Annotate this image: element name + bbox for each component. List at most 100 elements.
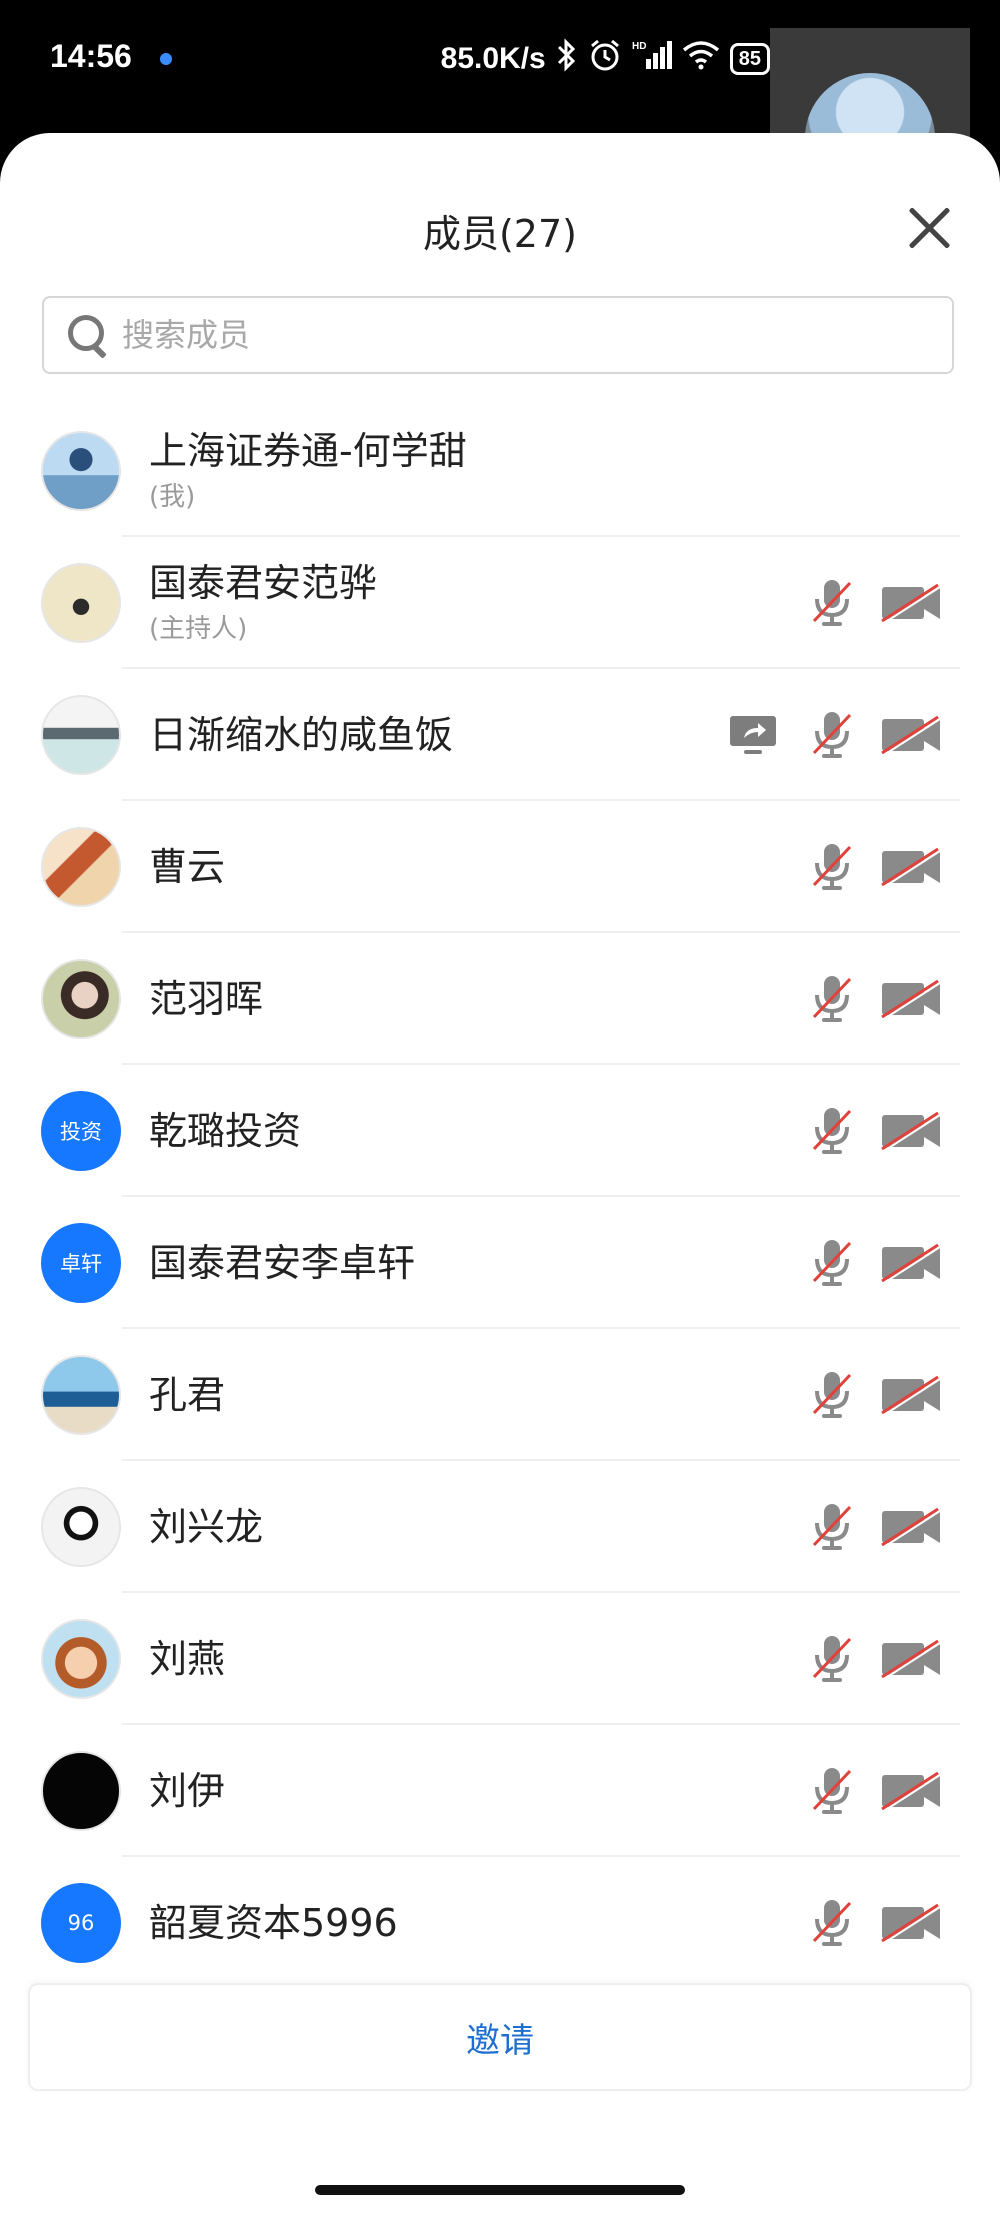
camera-off-icon	[880, 1771, 942, 1811]
member-status-icons	[812, 973, 942, 1025]
member-info: 日渐缩水的咸鱼饭	[149, 711, 728, 759]
mic-muted-icon	[812, 841, 852, 893]
member-row[interactable]: 日渐缩水的咸鱼饭	[0, 669, 1000, 801]
mic-muted-icon	[812, 577, 852, 629]
member-status-icons	[812, 1897, 942, 1949]
screen-share-icon	[728, 714, 778, 756]
member-row[interactable]: 上海证券通-何学甜 (我)	[0, 405, 1000, 537]
member-status-icons	[812, 1237, 942, 1289]
mic-muted-icon	[812, 709, 852, 761]
battery-level: 85	[738, 48, 761, 70]
avatar: 96	[41, 1883, 121, 1963]
mic-muted-icon	[812, 1501, 852, 1553]
avatar	[41, 695, 121, 775]
avatar	[41, 431, 121, 511]
member-status-icons	[728, 709, 942, 761]
mic-muted-icon	[812, 1633, 852, 1685]
status-right: 85.0K/s HD 85	[440, 38, 776, 80]
member-name: 范羽晖	[149, 977, 264, 1021]
member-status-icons	[812, 841, 942, 893]
avatar: 卓轩	[41, 1223, 121, 1303]
avatar	[41, 1619, 121, 1699]
pip-avatar	[805, 73, 935, 138]
member-status-icons	[812, 1633, 942, 1685]
avatar	[41, 959, 121, 1039]
battery-icon: 85	[729, 43, 776, 75]
invite-label: 邀请	[466, 2020, 534, 2061]
avatar: 投资	[41, 1091, 121, 1171]
member-row[interactable]: 刘伊	[0, 1725, 1000, 1857]
alarm-icon	[588, 38, 622, 80]
page-title: 成员(27)	[422, 212, 577, 256]
member-info: 孔君	[149, 1371, 812, 1419]
avatar	[41, 1487, 121, 1567]
member-name: 韶夏资本5996	[149, 1901, 398, 1945]
member-info: 刘兴龙	[149, 1503, 812, 1551]
member-name: 上海证券通-何学甜	[149, 429, 467, 473]
notification-dot	[160, 53, 172, 65]
avatar	[41, 827, 121, 907]
member-name: 乾璐投资	[149, 1109, 302, 1153]
invite-button[interactable]: 邀请	[28, 1983, 972, 2091]
camera-off-icon	[880, 715, 942, 755]
member-name: 日渐缩水的咸鱼饭	[149, 713, 454, 757]
member-info: 范羽晖	[149, 975, 812, 1023]
camera-off-icon	[880, 1111, 942, 1151]
member-name: 孔君	[149, 1373, 226, 1417]
avatar	[41, 563, 121, 643]
search-box[interactable]	[42, 296, 954, 374]
camera-off-icon	[880, 1507, 942, 1547]
camera-off-icon	[880, 847, 942, 887]
hd-signal-icon: HD	[632, 39, 672, 79]
member-row[interactable]: 刘燕	[0, 1593, 1000, 1725]
avatar	[41, 1355, 121, 1435]
camera-off-icon	[880, 1639, 942, 1679]
member-info: 曹云	[149, 843, 812, 891]
member-status-icons	[812, 1765, 942, 1817]
member-row[interactable]: 范羽晖	[0, 933, 1000, 1065]
member-row[interactable]: 卓轩 国泰君安李卓轩	[0, 1197, 1000, 1329]
mic-muted-icon	[812, 1897, 852, 1949]
member-role: (主持人)	[149, 614, 248, 644]
member-role: (我)	[149, 482, 196, 512]
mic-muted-icon	[812, 1237, 852, 1289]
members-panel: 成员(27) 上海证券通-何学甜 (我) 国泰君安范骅 (主持人) 日渐缩水的咸鱼饭曹云…	[0, 133, 1000, 2222]
member-name: 曹云	[149, 845, 226, 889]
member-info: 国泰君安李卓轩	[149, 1239, 812, 1287]
member-row[interactable]: 投资 乾璐投资	[0, 1065, 1000, 1197]
close-icon[interactable]	[906, 205, 952, 251]
camera-off-icon	[880, 583, 942, 623]
video-thumbnail[interactable]	[770, 28, 970, 138]
mic-muted-icon	[812, 1765, 852, 1817]
member-status-icons	[812, 1369, 942, 1421]
search-icon	[66, 313, 110, 357]
member-name: 刘兴龙	[149, 1505, 264, 1549]
member-row[interactable]: 曹云	[0, 801, 1000, 933]
member-row[interactable]: 96 韶夏资本5996	[0, 1857, 1000, 1989]
member-list[interactable]: 上海证券通-何学甜 (我) 国泰君安范骅 (主持人) 日渐缩水的咸鱼饭 曹云范羽晖投资 乾璐…	[0, 405, 1000, 2073]
member-status-icons	[812, 577, 942, 629]
member-row[interactable]: 孔君	[0, 1329, 1000, 1461]
member-info: 上海证券通-何学甜 (我)	[149, 427, 1000, 515]
member-status-icons	[812, 1105, 942, 1157]
member-row[interactable]: 国泰君安范骅 (主持人)	[0, 537, 1000, 669]
member-info: 韶夏资本5996	[149, 1899, 812, 1947]
network-speed: 85.0K/s	[440, 42, 546, 75]
mic-muted-icon	[812, 973, 852, 1025]
camera-off-icon	[880, 1903, 942, 1943]
member-status-icons	[812, 1501, 942, 1553]
camera-off-icon	[880, 979, 942, 1019]
search-input[interactable]	[120, 315, 904, 355]
member-name: 刘燕	[149, 1637, 226, 1681]
member-info: 刘燕	[149, 1635, 812, 1683]
home-indicator[interactable]	[315, 2185, 685, 2195]
member-name: 刘伊	[149, 1769, 226, 1813]
member-info: 刘伊	[149, 1767, 812, 1815]
member-name: 国泰君安范骅	[149, 561, 378, 605]
mic-muted-icon	[812, 1369, 852, 1421]
member-row[interactable]: 刘兴龙	[0, 1461, 1000, 1593]
svg-text:HD: HD	[632, 41, 646, 52]
camera-off-icon	[880, 1375, 942, 1415]
member-name: 国泰君安李卓轩	[149, 1241, 416, 1285]
mic-muted-icon	[812, 1105, 852, 1157]
